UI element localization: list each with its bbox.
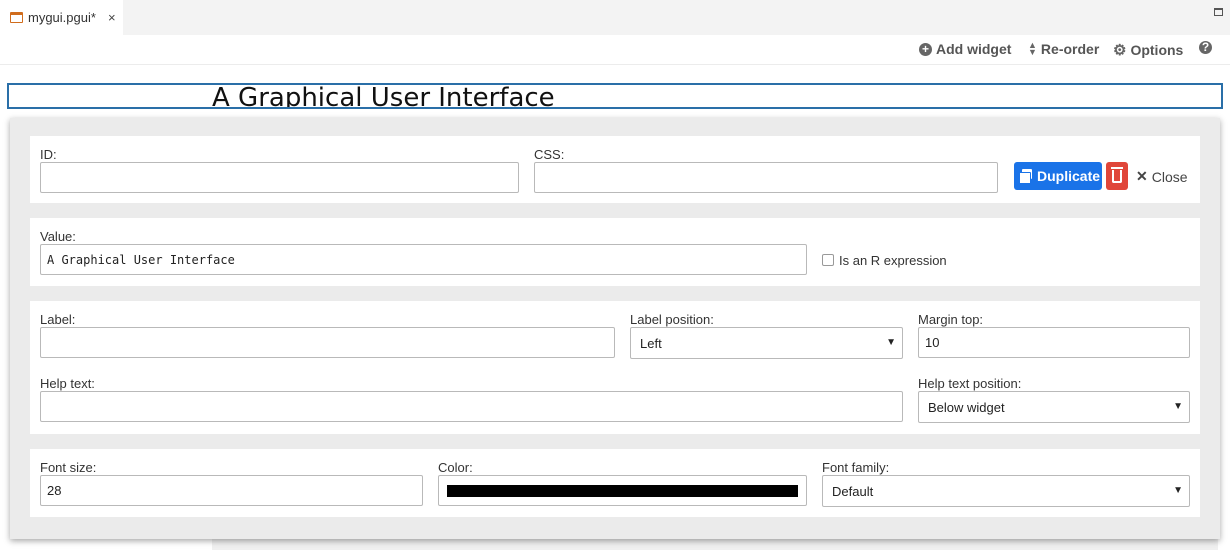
margin-top-input[interactable]: 10 — [918, 327, 1190, 358]
style-section: Font size: 28 Color: Font family: Defaul… — [30, 449, 1200, 517]
add-widget-button[interactable]: + Add widget — [919, 41, 1011, 57]
add-widget-label: Add widget — [936, 41, 1012, 57]
toolbar: + Add widget ▲ ▼ Re-order ⚙ Options ? — [0, 35, 1230, 65]
color-label: Color: — [438, 460, 473, 475]
help-text-position-select[interactable]: Below widget ▼ — [918, 391, 1190, 423]
value-section: Value: A Graphical User Interface Is an … — [30, 218, 1200, 286]
help-text-position-label: Help text position: — [918, 376, 1022, 391]
trash-icon — [1111, 167, 1123, 169]
label-input[interactable] — [40, 327, 615, 358]
color-swatch — [447, 485, 798, 497]
font-size-input[interactable]: 28 — [40, 475, 423, 506]
help-text-input[interactable] — [40, 391, 903, 422]
duplicate-label: Duplicate — [1037, 168, 1101, 184]
value-input[interactable]: A Graphical User Interface — [40, 244, 807, 275]
font-family-select[interactable]: Default ▼ — [822, 475, 1190, 507]
question-circle-icon: ? — [1199, 41, 1212, 54]
close-label: Close — [1151, 168, 1188, 185]
color-picker[interactable] — [438, 475, 807, 506]
duplicate-button[interactable]: Duplicate — [1014, 162, 1102, 190]
id-label: ID: — [40, 147, 57, 162]
dropdown-arrow-icon: ▼ — [1173, 401, 1183, 412]
tab-bar: mygui.pgui* × — [0, 0, 1230, 35]
dropdown-arrow-icon: ▼ — [886, 337, 896, 348]
plus-circle-icon: + — [919, 42, 932, 56]
help-text-position-value: Below widget — [928, 399, 1005, 415]
copy-icon — [1019, 169, 1033, 184]
options-button[interactable]: ⚙ Options — [1113, 41, 1183, 59]
identity-section: ID: CSS: Duplicate ✕ Close — [30, 136, 1200, 203]
delete-button[interactable] — [1106, 162, 1128, 190]
maximize-icon[interactable] — [1214, 8, 1223, 16]
r-expression-checkbox[interactable] — [822, 254, 834, 266]
help-text-label: Help text: — [40, 376, 95, 391]
options-label: Options — [1130, 42, 1184, 58]
font-size-label: Font size: — [40, 460, 97, 475]
label-section: Label: Label position: Left ▼ Margin top… — [30, 301, 1200, 434]
label-position-value: Left — [640, 335, 662, 351]
reorder-label: Re-order — [1040, 41, 1100, 57]
css-label: CSS: — [534, 147, 565, 162]
font-family-value: Default — [832, 483, 874, 499]
label-position-label: Label position: — [630, 312, 714, 327]
tab-close-icon[interactable]: × — [108, 10, 116, 25]
label-label: Label: — [40, 312, 76, 327]
label-position-select[interactable]: Left ▼ — [630, 327, 903, 359]
close-icon: ✕ — [1136, 168, 1148, 184]
tab-title: mygui.pgui* — [28, 10, 96, 25]
reorder-button[interactable]: ▲ ▼ Re-order — [1028, 40, 1100, 58]
value-label: Value: — [40, 229, 76, 244]
r-expression-label: Is an R expression — [839, 253, 947, 268]
sort-icon: ▲ ▼ — [1028, 40, 1037, 57]
css-input[interactable] — [534, 162, 998, 193]
selected-widget-frame[interactable]: A Graphical User Interface — [7, 83, 1223, 109]
dropdown-arrow-icon: ▼ — [1173, 485, 1183, 496]
help-button[interactable]: ? — [1199, 41, 1216, 54]
editor-tab[interactable]: mygui.pgui* × — [0, 0, 123, 35]
font-family-label: Font family: — [822, 460, 890, 475]
margin-top-label: Margin top: — [918, 312, 984, 327]
gear-icon: ⚙ — [1113, 42, 1127, 59]
file-icon — [10, 12, 23, 23]
close-button[interactable]: ✕ Close — [1136, 168, 1188, 185]
widget-title-text: A Graphical User Interface — [212, 83, 555, 109]
id-input[interactable] — [40, 162, 519, 193]
widget-editor-panel: ID: CSS: Duplicate ✕ Close Value: A Grap… — [10, 118, 1220, 539]
